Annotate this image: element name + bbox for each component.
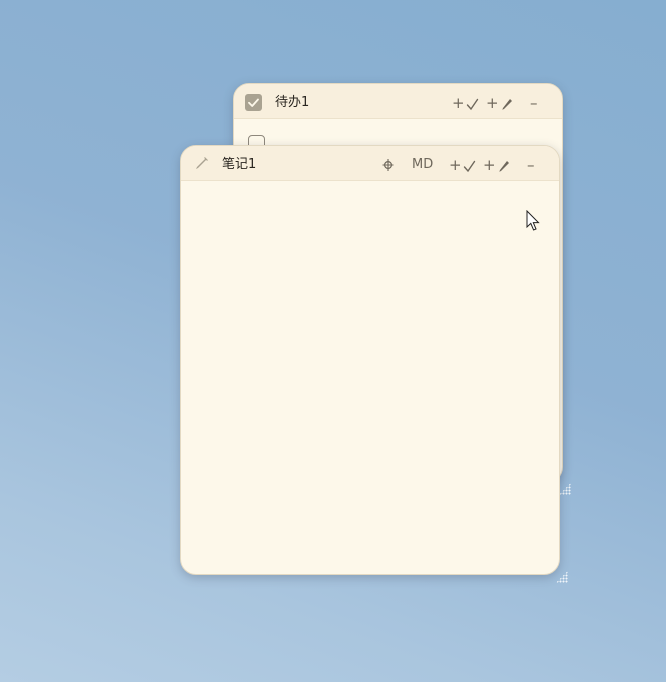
note-text-area[interactable] (181, 181, 559, 574)
pin-button[interactable] (382, 158, 394, 174)
add-todo-button[interactable]: + (449, 157, 476, 175)
minimize-button[interactable]: – (530, 95, 538, 111)
resize-handle[interactable] (559, 483, 571, 495)
check-icon (463, 160, 475, 173)
pencil-icon (194, 156, 209, 175)
note-window-title[interactable]: 笔记1 (222, 157, 256, 173)
mouse-cursor-icon (526, 210, 540, 231)
pencil-icon (501, 99, 512, 110)
pencil-icon (498, 161, 509, 172)
pin-icon (382, 159, 394, 171)
desktop-background: 待办1 + + – 笔记1 MD + + – (0, 0, 666, 682)
minimize-button[interactable]: – (527, 157, 535, 173)
note-window[interactable]: 笔记1 MD + + – (180, 145, 560, 575)
add-note-button[interactable]: + (486, 95, 514, 113)
todo-titlebar[interactable]: 待办1 + + – (234, 84, 562, 119)
check-icon (466, 98, 478, 111)
resize-handle[interactable] (556, 571, 568, 583)
plus-label: + (486, 94, 499, 112)
add-note-button[interactable]: + (483, 157, 511, 175)
plus-label: + (452, 94, 465, 112)
plus-label: + (449, 156, 462, 174)
plus-label: + (483, 156, 496, 174)
note-titlebar[interactable]: 笔记1 MD + + – (181, 146, 559, 181)
todo-window-title[interactable]: 待办1 (275, 95, 309, 111)
markdown-toggle-button[interactable]: MD (412, 157, 433, 173)
add-todo-button[interactable]: + (452, 95, 479, 113)
checkbox-icon (245, 94, 262, 111)
